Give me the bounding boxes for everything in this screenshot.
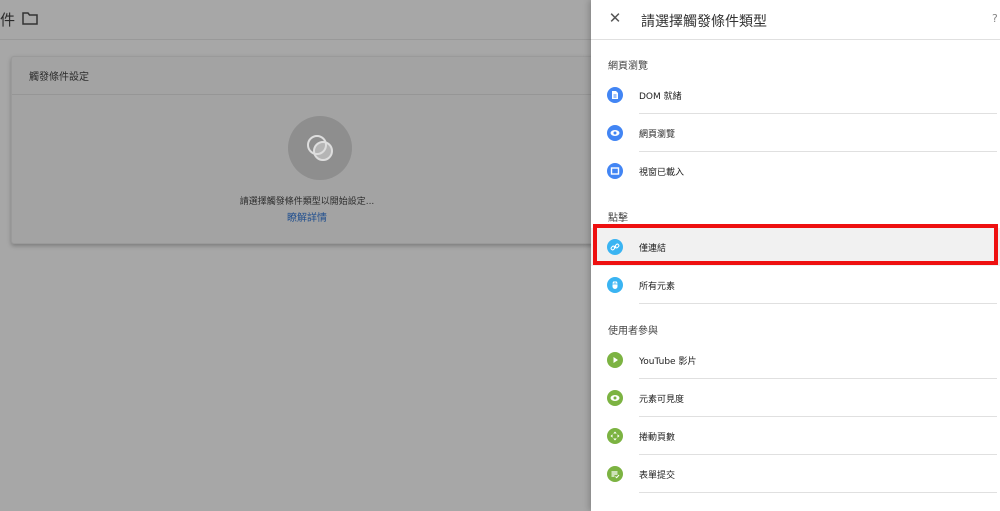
cursor-icon (607, 277, 623, 293)
window-icon (607, 163, 623, 179)
trigger-placeholder-icon[interactable] (288, 116, 352, 180)
panel-title: 請選擇觸發條件類型 (641, 14, 767, 30)
card-title: 觸發條件設定 (12, 57, 600, 95)
trigger-item-label: YouTube 影片 (639, 357, 697, 367)
trigger-item-page-view[interactable]: 網頁瀏覽 (591, 114, 1000, 152)
background-title-fragment: 件 (0, 11, 16, 29)
trigger-item-label: 所有元素 (639, 282, 676, 292)
section-title-user-engagement: 使用者參與 (608, 326, 658, 337)
section-title-page-view: 網頁瀏覽 (608, 61, 648, 72)
trigger-item-element-visibility[interactable]: 元素可見度 (591, 379, 1000, 417)
folder-icon[interactable] (22, 10, 38, 25)
trigger-item-form-submission[interactable]: 表單提交 (591, 455, 1000, 493)
trigger-item-label: 網頁瀏覽 (639, 130, 676, 140)
play-icon (607, 352, 623, 368)
eye-icon (607, 125, 623, 141)
trigger-item-label: 表單提交 (639, 471, 676, 481)
trigger-item-youtube-video[interactable]: YouTube 影片 (591, 341, 1000, 379)
learn-more-link[interactable]: 瞭解詳情 (12, 209, 602, 224)
help-icon[interactable]: ? (992, 12, 998, 25)
trigger-config-card[interactable]: 觸發條件設定 請選擇觸發條件類型以開始設定... 瞭解詳情 (11, 56, 601, 244)
form-icon (607, 466, 623, 482)
trigger-item-all-elements[interactable]: 所有元素 (591, 266, 1000, 304)
panel-header: ✕ 請選擇觸發條件類型 ? (591, 0, 1000, 40)
trigger-item-label: DOM 就緒 (639, 92, 682, 102)
card-message: 請選擇觸發條件類型以開始設定... (239, 197, 375, 207)
close-icon[interactable]: ✕ (608, 11, 622, 26)
scroll-icon (607, 428, 623, 444)
trigger-item-label: 捲動頁數 (639, 433, 676, 443)
trigger-item-window-loaded[interactable]: 視窗已載入 (591, 152, 1000, 190)
document-icon (607, 87, 623, 103)
highlight-annotation (593, 224, 998, 265)
trigger-item-scroll-depth[interactable]: 捲動頁數 (591, 417, 1000, 455)
trigger-item-label: 視窗已載入 (639, 168, 685, 178)
background-topbar: 件 (0, 0, 600, 40)
section-title-click: 點擊 (608, 213, 628, 224)
trigger-item-label: 元素可見度 (639, 395, 685, 405)
trigger-item-dom-ready[interactable]: DOM 就緒 (591, 76, 1000, 114)
eye-icon (607, 390, 623, 406)
